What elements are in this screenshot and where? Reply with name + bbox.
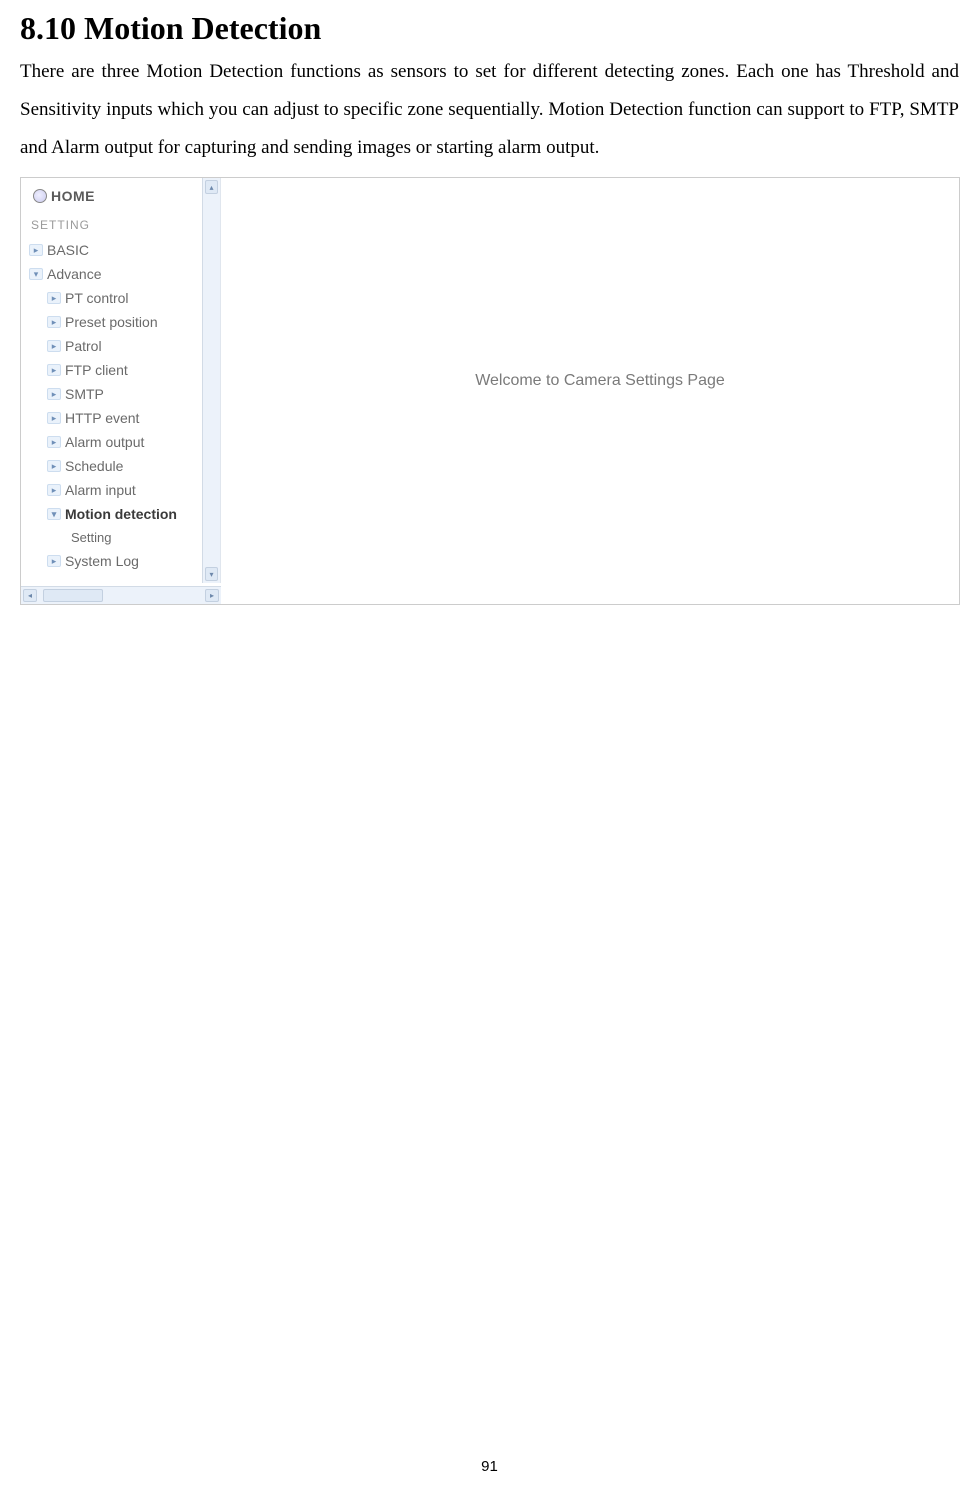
nav-preset-position[interactable]: Preset position bbox=[47, 310, 214, 334]
expand-right-icon bbox=[47, 316, 61, 328]
nav-alarm-output[interactable]: Alarm output bbox=[47, 430, 214, 454]
scroll-down-button[interactable]: ▾ bbox=[205, 567, 218, 581]
expand-right-icon bbox=[47, 484, 61, 496]
nav-smtp[interactable]: SMTP bbox=[47, 382, 214, 406]
nav-section-label: SETTING bbox=[31, 218, 214, 232]
scroll-right-button[interactable]: ▸ bbox=[205, 589, 219, 602]
expand-right-icon bbox=[47, 412, 61, 424]
nav-item-label: Setting bbox=[71, 530, 111, 545]
nav-item-label: FTP client bbox=[65, 362, 128, 378]
nav-item-label: Motion detection bbox=[65, 506, 177, 522]
welcome-text: Welcome to Camera Settings Page bbox=[475, 372, 725, 390]
expand-right-icon bbox=[47, 340, 61, 352]
nav-patrol[interactable]: Patrol bbox=[47, 334, 214, 358]
globe-icon bbox=[33, 189, 47, 203]
scroll-left-button[interactable]: ◂ bbox=[23, 589, 37, 602]
nav-system-log[interactable]: System Log bbox=[47, 549, 214, 573]
main-content-area: Welcome to Camera Settings Page bbox=[241, 178, 959, 583]
expand-right-icon bbox=[47, 292, 61, 304]
nav-basic[interactable]: BASIC bbox=[29, 238, 214, 262]
expand-right-icon bbox=[47, 388, 61, 400]
settings-sidebar: HOME SETTING BASIC Advance PT control Pr… bbox=[21, 178, 221, 583]
nav-advance-label: Advance bbox=[47, 266, 101, 282]
expand-right-icon bbox=[47, 436, 61, 448]
expand-right-icon bbox=[47, 555, 61, 567]
nav-basic-label: BASIC bbox=[47, 242, 89, 258]
nav-item-label: PT control bbox=[65, 290, 129, 306]
section-heading: 8.10 Motion Detection bbox=[20, 10, 959, 47]
expand-down-icon bbox=[29, 268, 43, 280]
nav-home-label: HOME bbox=[51, 188, 95, 204]
nav-item-label: SMTP bbox=[65, 386, 104, 402]
nav-ftp-client[interactable]: FTP client bbox=[47, 358, 214, 382]
section-description: There are three Motion Detection functio… bbox=[20, 53, 959, 167]
nav-item-label: Alarm output bbox=[65, 434, 144, 450]
nav-alarm-input[interactable]: Alarm input bbox=[47, 478, 214, 502]
nav-item-label: Schedule bbox=[65, 458, 123, 474]
nav-item-label: HTTP event bbox=[65, 410, 139, 426]
nav-item-label: Alarm input bbox=[65, 482, 136, 498]
nav-item-label: System Log bbox=[65, 553, 139, 569]
expand-right-icon bbox=[47, 364, 61, 376]
nav-item-label: Preset position bbox=[65, 314, 158, 330]
vertical-scrollbar[interactable]: ▴ ▾ bbox=[202, 178, 220, 583]
expand-right-icon bbox=[29, 244, 43, 256]
nav-item-label: Patrol bbox=[65, 338, 102, 354]
expand-down-icon bbox=[47, 508, 61, 520]
horizontal-scrollbar[interactable]: ◂ ▸ bbox=[21, 586, 221, 604]
nav-pt-control[interactable]: PT control bbox=[47, 286, 214, 310]
nav-motion-setting[interactable]: Setting bbox=[71, 526, 214, 549]
embedded-screenshot: HOME SETTING BASIC Advance PT control Pr… bbox=[20, 177, 960, 605]
nav-home[interactable]: HOME bbox=[33, 188, 214, 204]
nav-schedule[interactable]: Schedule bbox=[47, 454, 214, 478]
nav-motion-detection[interactable]: Motion detection bbox=[47, 502, 214, 526]
scroll-thumb[interactable] bbox=[43, 589, 103, 602]
nav-tree: HOME SETTING BASIC Advance PT control Pr… bbox=[21, 178, 220, 577]
expand-right-icon bbox=[47, 460, 61, 472]
scroll-up-button[interactable]: ▴ bbox=[205, 180, 218, 194]
page-number: 91 bbox=[0, 1458, 979, 1475]
nav-http-event[interactable]: HTTP event bbox=[47, 406, 214, 430]
nav-advance[interactable]: Advance bbox=[29, 262, 214, 286]
